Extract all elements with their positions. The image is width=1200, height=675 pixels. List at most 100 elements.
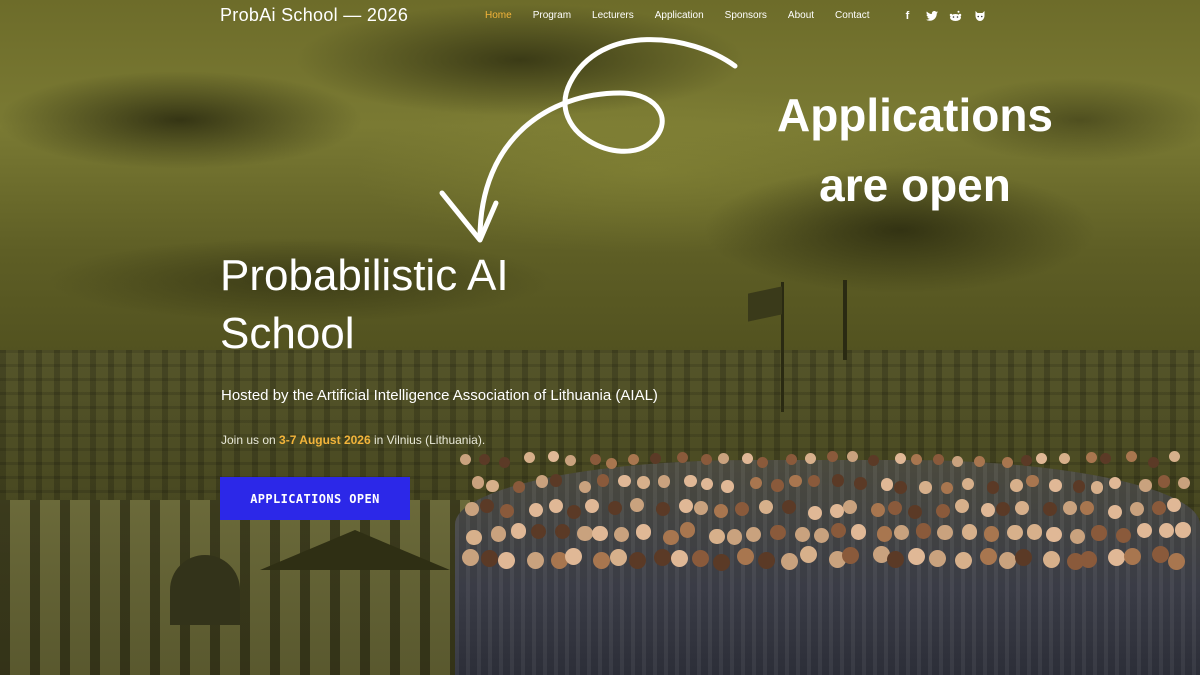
nav-link-application[interactable]: Application — [655, 10, 704, 21]
crowd-head — [831, 474, 845, 487]
crowd-head — [1085, 452, 1097, 464]
crowd-head — [498, 457, 510, 469]
crowd-head — [523, 452, 535, 464]
crowd-head — [589, 453, 601, 465]
crowd-head — [1125, 450, 1137, 462]
brand-separator: — — [343, 5, 362, 25]
applications-open-callout: Applications are open — [755, 80, 1075, 220]
crowd-head — [935, 503, 950, 518]
twitter-icon[interactable] — [924, 8, 939, 23]
crowd-head — [566, 505, 581, 520]
facebook-icon[interactable]: f — [900, 8, 915, 23]
nav-link-lecturers[interactable]: Lecturers — [592, 10, 634, 21]
crowd-head — [999, 551, 1017, 569]
github-icon[interactable] — [972, 8, 987, 23]
crowd-head — [713, 553, 731, 571]
crowd-head — [1015, 548, 1033, 566]
crowd-head — [1177, 476, 1191, 490]
hosted-by-text: Hosted by the Artificial Intelligence As… — [221, 387, 658, 404]
crowd-head — [676, 452, 688, 464]
crowd-head — [663, 529, 679, 546]
crowd-head — [490, 526, 507, 542]
crowd-head — [1175, 522, 1191, 538]
brand-name: ProbAi School — [220, 5, 338, 25]
crowd-head — [937, 524, 953, 541]
crowd-head — [736, 547, 754, 565]
crowd-head — [734, 502, 749, 517]
applications-open-button[interactable]: APPLICATIONS OPEN — [220, 477, 410, 520]
social-links: f — [900, 8, 987, 23]
crowd-head — [955, 551, 973, 569]
crowd-head — [771, 479, 784, 492]
crowd-head — [1026, 474, 1039, 488]
crowd-head — [887, 550, 905, 568]
join-prefix: Join us on — [221, 433, 280, 447]
crowd-head — [1130, 501, 1145, 516]
crowd-head — [894, 452, 906, 464]
reddit-icon[interactable] — [948, 8, 963, 23]
tv-tower — [843, 280, 847, 360]
crowd-head — [593, 551, 611, 569]
crowd-head — [606, 457, 617, 469]
event-dates-highlight: 3-7 August 2026 — [279, 433, 371, 447]
crowd-head — [714, 503, 729, 518]
crowd-head — [679, 522, 696, 538]
nav-link-home[interactable]: Home — [485, 10, 512, 21]
crowd-head — [478, 453, 490, 465]
crowd-head — [846, 450, 858, 462]
crowd-head — [462, 548, 480, 566]
nav-link-contact[interactable]: Contact — [835, 10, 869, 21]
crowd-head — [961, 524, 978, 540]
crowd-head — [1046, 526, 1062, 543]
crowd-head — [1035, 452, 1047, 464]
crowd-head — [1079, 501, 1094, 516]
nav-link-program[interactable]: Program — [533, 10, 571, 21]
crowd-head — [549, 474, 563, 487]
crowd-head — [577, 525, 593, 542]
crowd-head — [592, 525, 608, 542]
crowd-head — [1043, 550, 1061, 568]
crowd-head — [693, 501, 708, 516]
crowd-head — [850, 524, 867, 540]
crowd-head — [471, 476, 485, 489]
crowd-head — [526, 552, 544, 570]
crowd-head — [547, 450, 559, 462]
crowd-head — [1169, 451, 1181, 462]
crowd-head — [481, 549, 499, 567]
title-line-1: Probabilistic AI — [220, 251, 509, 300]
crowd-head — [742, 452, 754, 464]
crowd-head — [528, 502, 543, 517]
crowd-head — [618, 474, 631, 487]
crowd-head — [1090, 481, 1104, 494]
crowd-head — [894, 481, 907, 494]
nav-link-sponsors[interactable]: Sponsors — [725, 10, 767, 21]
callout-line-1: Applications — [776, 89, 1054, 141]
crowd-head — [721, 480, 734, 493]
crowd-head — [854, 477, 867, 490]
crowd-head — [919, 481, 932, 494]
crowd-head — [980, 502, 995, 517]
crowd-head — [915, 523, 932, 539]
crowd-head — [637, 476, 650, 489]
crowd-head — [657, 475, 671, 488]
dome — [170, 555, 240, 625]
crowd-head — [486, 479, 499, 493]
nav-link-about[interactable]: About — [788, 10, 814, 21]
crowd-head — [464, 502, 479, 517]
crowd-head — [842, 499, 857, 514]
crowd-head — [983, 526, 1000, 542]
crowd-head — [1107, 505, 1122, 520]
join-suffix: in Vilnius (Lithuania). — [370, 433, 486, 447]
title-line-2: School — [220, 309, 355, 358]
crowd-head — [1158, 522, 1175, 539]
crowd-head — [726, 529, 743, 545]
crowd-head — [1139, 479, 1152, 492]
brand-logo-link[interactable]: ProbAi School — 2026 — [220, 5, 408, 26]
crowd-head — [1100, 452, 1112, 464]
crowd-head — [535, 475, 549, 488]
main-menu: Home Program Lecturers Application Spons… — [485, 10, 891, 21]
callout-line-2: are open — [819, 159, 1011, 211]
crowd-head — [709, 528, 725, 545]
crowd-head — [1147, 456, 1159, 468]
crowd-head — [807, 505, 822, 520]
